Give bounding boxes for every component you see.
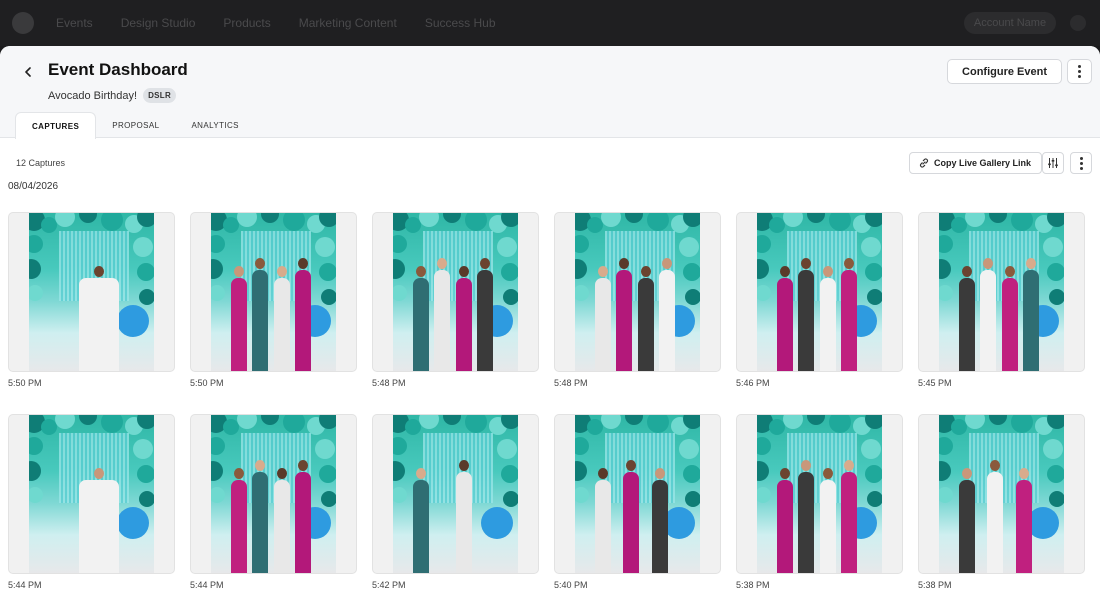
page-title: Event Dashboard: [48, 60, 188, 79]
capture-thumbnail[interactable]: [8, 212, 175, 372]
capture-time: 5:45 PM: [918, 378, 952, 388]
capture-thumbnail[interactable]: [8, 414, 175, 574]
capture-card[interactable]: 5:42 PM: [372, 414, 539, 590]
chevron-left-icon: [25, 67, 31, 77]
capture-thumbnail[interactable]: [918, 212, 1085, 372]
capture-time: 5:46 PM: [736, 378, 770, 388]
capture-card[interactable]: 5:44 PM: [190, 414, 357, 590]
capture-time: 5:40 PM: [554, 580, 588, 590]
bg-nav-item-products: Products: [223, 16, 271, 30]
capture-thumbnail[interactable]: [190, 212, 357, 372]
date-group-label: 08/04/2026: [8, 181, 59, 192]
app-logo: [12, 12, 34, 34]
event-dashboard-panel: Event Dashboard Avocado Birthday! DSLR C…: [0, 46, 1100, 598]
capture-card[interactable]: 5:40 PM: [554, 414, 721, 590]
capture-thumbnail[interactable]: [918, 414, 1085, 574]
bg-nav-item-design-studio: Design Studio: [120, 16, 196, 30]
capture-thumbnail[interactable]: [554, 414, 721, 574]
header-more-button[interactable]: [1067, 59, 1092, 84]
more-vertical-icon: [1079, 156, 1083, 170]
capture-card[interactable]: 5:48 PM: [372, 212, 539, 388]
captures-toolbar: 12 Captures Copy Live Gallery Link: [0, 138, 1100, 186]
capture-card[interactable]: 5:38 PM: [918, 414, 1085, 590]
copy-gallery-link-button[interactable]: Copy Live Gallery Link: [909, 152, 1043, 174]
capture-time: 5:50 PM: [8, 378, 42, 388]
tab-proposal[interactable]: PROPOSAL: [96, 112, 175, 138]
capture-photo: [939, 415, 1064, 573]
tab-analytics[interactable]: ANALYTICS: [175, 112, 254, 138]
capture-thumbnail[interactable]: [190, 414, 357, 574]
capture-photo: [393, 213, 518, 371]
back-button[interactable]: [18, 62, 38, 82]
bg-nav-item-events: Events: [56, 16, 93, 30]
capture-card[interactable]: 5:50 PM: [8, 212, 175, 388]
bg-nav-item-marketing: Marketing Content: [298, 16, 397, 30]
capture-thumbnail[interactable]: [372, 212, 539, 372]
event-name: Avocado Birthday!: [48, 89, 138, 102]
profile-icon: [1070, 15, 1086, 31]
capture-thumbnail[interactable]: [736, 414, 903, 574]
capture-card[interactable]: 5:50 PM: [190, 212, 357, 388]
account-pill: Account Name: [964, 12, 1056, 34]
capture-card[interactable]: 5:38 PM: [736, 414, 903, 590]
capture-photo: [575, 415, 700, 573]
capture-photo: [29, 415, 154, 573]
capture-thumbnail[interactable]: [736, 212, 903, 372]
configure-event-button[interactable]: Configure Event: [947, 59, 1062, 84]
capture-card[interactable]: 5:48 PM: [554, 212, 721, 388]
capture-card[interactable]: 5:45 PM: [918, 212, 1085, 388]
background-nav: Events Design Studio Products Marketing …: [0, 0, 1100, 46]
link-icon: [919, 158, 929, 168]
sliders-icon: [1048, 158, 1058, 168]
capture-time: 5:48 PM: [554, 378, 588, 388]
capture-photo: [211, 415, 336, 573]
capture-photo: [29, 213, 154, 371]
captures-count: 12 Captures: [16, 158, 66, 168]
capture-thumbnail[interactable]: [372, 414, 539, 574]
capture-thumbnail[interactable]: [554, 212, 721, 372]
event-subtitle: Avocado Birthday! DSLR: [48, 88, 177, 103]
capture-card[interactable]: 5:44 PM: [8, 414, 175, 590]
capture-photo: [757, 415, 882, 573]
capture-time: 5:38 PM: [918, 580, 952, 590]
capture-time: 5:44 PM: [190, 580, 224, 590]
bg-nav-item-success-hub: Success Hub: [424, 16, 496, 30]
capture-photo: [211, 213, 336, 371]
panel-header: Event Dashboard Avocado Birthday! DSLR C…: [0, 46, 1100, 139]
capture-time: 5:48 PM: [372, 378, 406, 388]
capture-card[interactable]: 5:46 PM: [736, 212, 903, 388]
capture-time: 5:38 PM: [736, 580, 770, 590]
capture-photo: [393, 415, 518, 573]
more-vertical-icon: [1078, 65, 1081, 78]
capture-time: 5:50 PM: [190, 378, 224, 388]
camera-type-badge: DSLR: [143, 88, 177, 103]
copy-gallery-link-label: Copy Live Gallery Link: [934, 158, 1032, 168]
capture-photo: [575, 213, 700, 371]
tab-captures[interactable]: CAPTURES: [15, 112, 97, 139]
filter-settings-button[interactable]: [1042, 152, 1064, 174]
capture-photo: [939, 213, 1064, 371]
capture-photo: [757, 213, 882, 371]
toolbar-more-button[interactable]: [1070, 152, 1092, 174]
capture-time: 5:42 PM: [372, 580, 406, 590]
capture-time: 5:44 PM: [8, 580, 42, 590]
tab-bar: CAPTURES PROPOSAL ANALYTICS: [15, 112, 255, 139]
